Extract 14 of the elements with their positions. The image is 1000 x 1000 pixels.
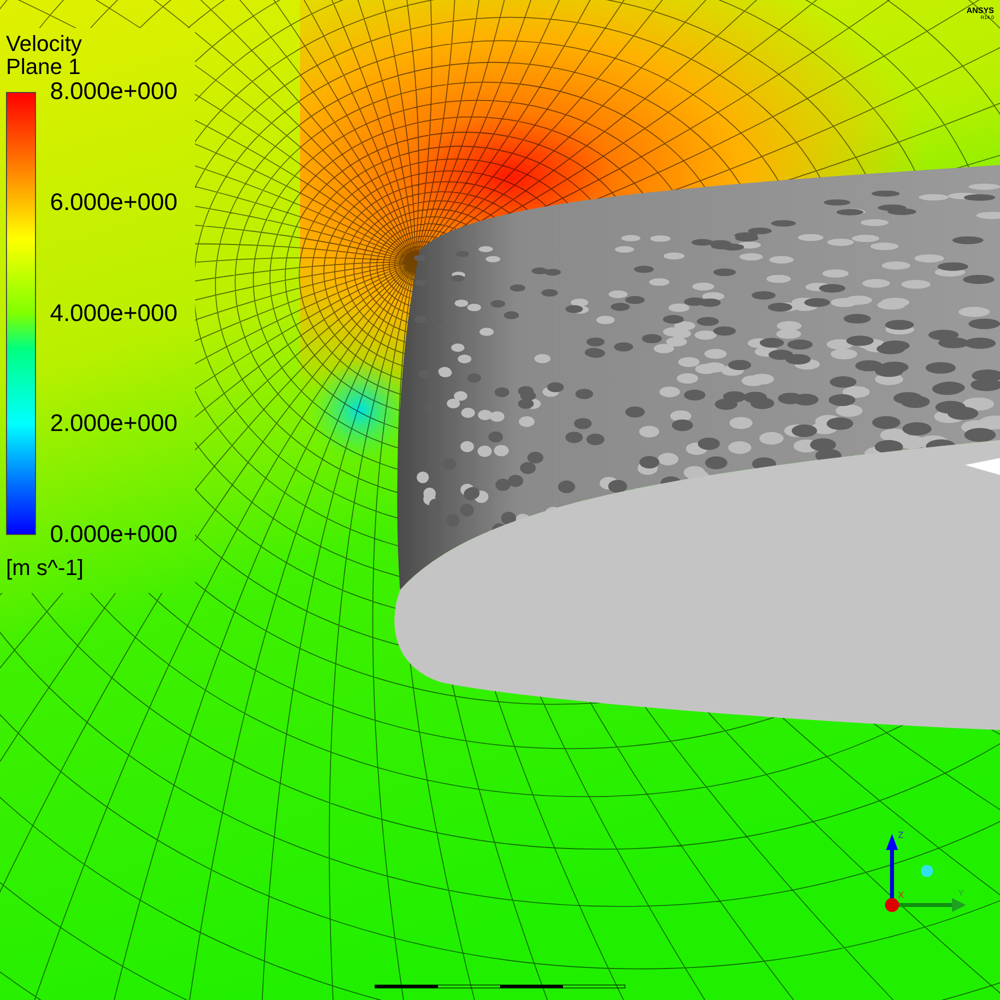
legend-subtitle: Plane 1 bbox=[6, 55, 81, 78]
legend-unit: [m s^-1] bbox=[6, 555, 85, 581]
origin-sphere bbox=[885, 898, 899, 912]
view-sphere bbox=[921, 865, 933, 877]
legend-tick-label: 0.000e+000 bbox=[50, 521, 178, 549]
x-axis-label: X bbox=[898, 890, 904, 900]
legend-title: Velocity bbox=[6, 32, 83, 55]
logo-text: ANSYS bbox=[966, 6, 994, 15]
legend-tick-label: 8.000e+000 bbox=[50, 78, 178, 106]
z-axis-label: Z bbox=[898, 830, 904, 840]
legend-tick-label: 2.000e+000 bbox=[50, 410, 178, 438]
legend-tick-label: 4.000e+000 bbox=[50, 300, 178, 328]
y-axis-label: Y bbox=[958, 888, 964, 898]
legend-tick-label: 6.000e+000 bbox=[50, 188, 178, 217]
